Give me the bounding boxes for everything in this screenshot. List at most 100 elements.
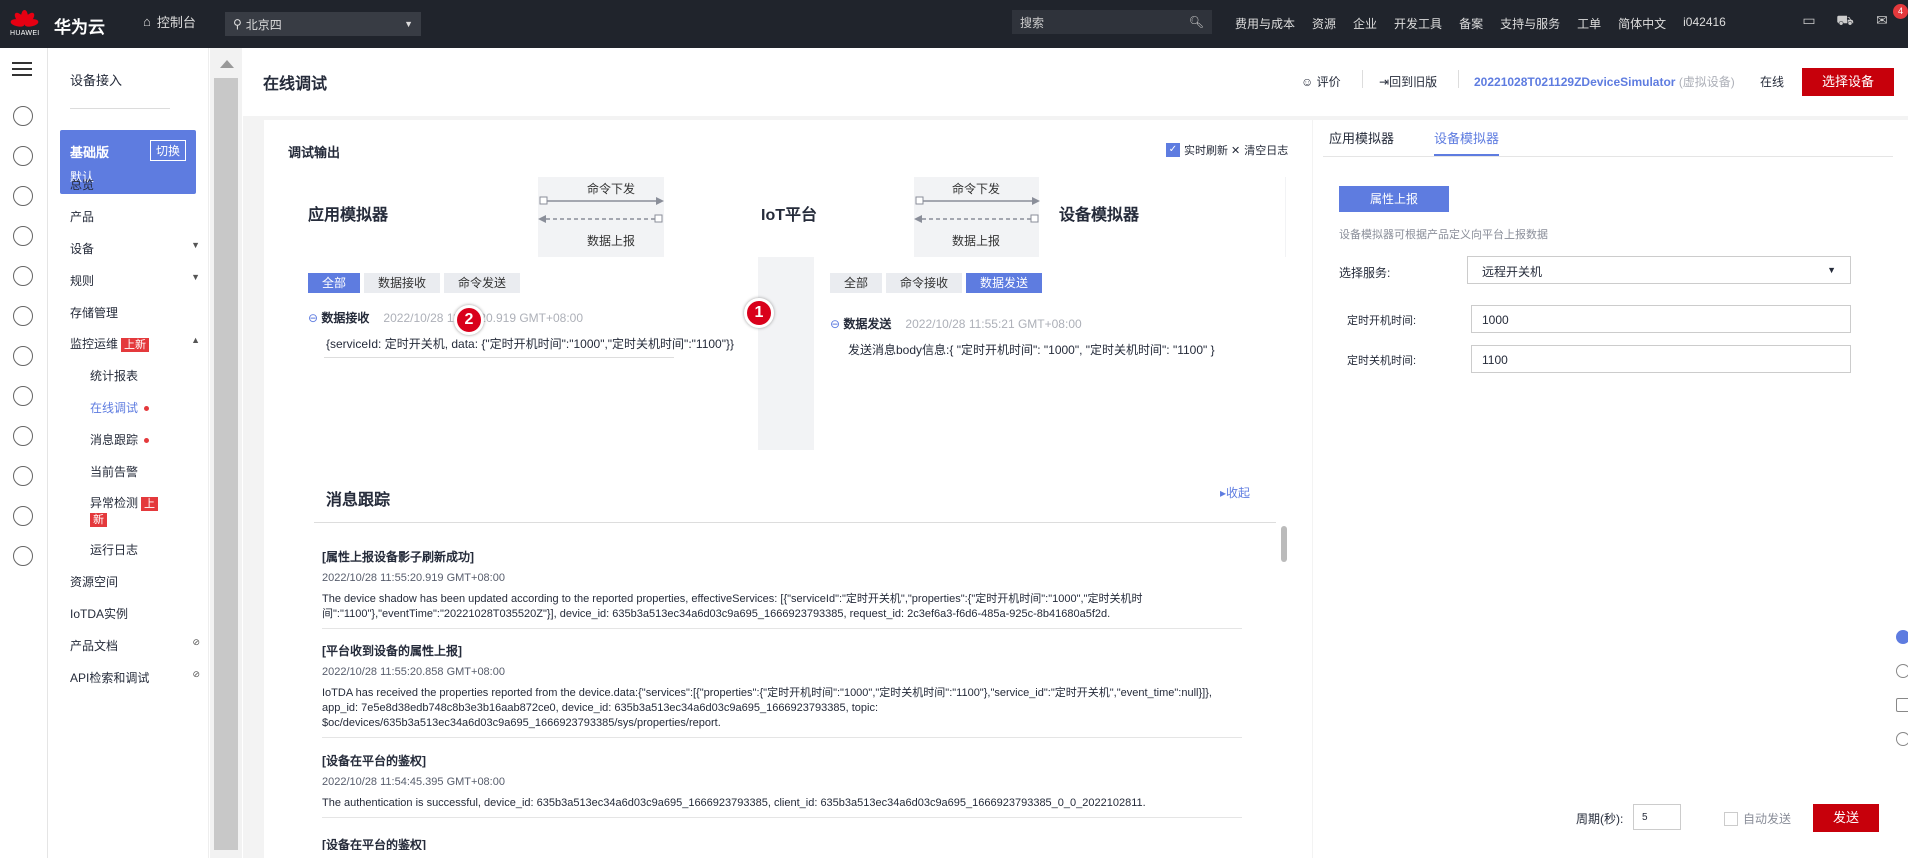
iot-platform-label: IoT平台 <box>761 207 817 224</box>
nav-ticket[interactable]: 工单 <box>1577 15 1601 32</box>
switch-plan-button[interactable]: 切换 <box>149 140 186 161</box>
location-pin-icon: ⚲ <box>233 17 242 31</box>
sidebar-item-stats[interactable]: 统计报表 <box>90 367 220 384</box>
info-circle-icon: ⊖ <box>308 311 319 325</box>
cloud-storage-icon[interactable] <box>13 306 33 326</box>
sidebar-item-resource-space[interactable]: 资源空间 <box>70 573 200 590</box>
scroll-thumb[interactable] <box>214 78 238 850</box>
clear-log-button[interactable]: ✕ 清空日志 <box>1231 142 1288 158</box>
chat-icon[interactable] <box>1896 630 1908 644</box>
tab-device-simulator[interactable]: 设备模拟器 <box>1434 120 1500 156</box>
cloud-monitor-icon[interactable] <box>13 386 33 406</box>
select-device-button[interactable]: 选择设备 <box>1802 68 1894 96</box>
nav-enterprise[interactable]: 企业 <box>1353 15 1377 32</box>
sidebar-item-api-explorer[interactable]: API检索和调试 ⊘ <box>70 669 200 686</box>
sidebar-item-device[interactable]: 设备 ▼ <box>70 240 200 257</box>
search-icon[interactable]: 🔍︎ <box>1189 15 1204 29</box>
new-dot <box>144 438 150 444</box>
sidebar-item-product[interactable]: 产品 <box>70 208 200 225</box>
chevron-down-icon: ▼ <box>191 272 200 282</box>
help-icon[interactable] <box>1896 664 1908 678</box>
iot-icon[interactable] <box>13 226 33 246</box>
send-button[interactable]: 发送 <box>1813 804 1879 832</box>
auto-send-checkbox[interactable]: 自动发送 <box>1724 810 1791 827</box>
sidebar-scrollbar[interactable] <box>210 48 242 858</box>
nav-filing[interactable]: 备案 <box>1459 15 1483 32</box>
mail-icon[interactable]: ✉ <box>1872 12 1892 32</box>
feedback-icon[interactable] <box>1896 698 1908 712</box>
huawei-logo[interactable]: HUAWEI <box>10 8 39 40</box>
checkbox-checked-icon: ✓ <box>1166 143 1180 157</box>
sidebar-item-run-log[interactable]: 运行日志 <box>90 541 220 558</box>
anchor-icon[interactable] <box>13 426 33 446</box>
sidebar-item-product-docs[interactable]: 产品文档 ⊘ <box>70 637 200 654</box>
plan-title: 基础版 <box>70 145 110 160</box>
data-up-label-right: 数据上报 <box>952 234 1001 248</box>
sidebar-item-overview[interactable]: 总览 <box>70 176 200 193</box>
cloud-server-icon[interactable] <box>13 146 33 166</box>
device-name: 20221028T021129ZDeviceSimulator <box>1474 75 1676 89</box>
new-tag: 上 <box>141 497 159 511</box>
tab-app-simulator[interactable]: 应用模拟器 <box>1329 120 1394 156</box>
sidebar-item-label: 产品 <box>70 210 95 224</box>
tab-all[interactable]: 全部 <box>308 273 361 293</box>
nav-support[interactable]: 支持与服务 <box>1500 15 1560 32</box>
sidebar-item-online-debug[interactable]: 在线调试 <box>90 399 220 416</box>
sidebar-item-rules[interactable]: 规则 ▼ <box>70 272 200 289</box>
sidebar-item-storage[interactable]: 存储管理 <box>70 304 200 321</box>
region-select[interactable]: ⚲ 北京四 ▼ <box>225 12 421 36</box>
cmd-down-label-right: 命令下发 <box>952 182 1001 196</box>
sidebar-item-message-trace[interactable]: 消息跟踪 <box>90 431 220 448</box>
current-device[interactable]: 20221028T021129ZDeviceSimulator (虚拟设备) <box>1474 73 1735 90</box>
nav-language[interactable]: 简体中文 <box>1618 15 1666 32</box>
property-report-button[interactable]: 属性上报 <box>1339 186 1449 212</box>
off-time-input[interactable]: 1100 <box>1471 345 1851 373</box>
database-icon[interactable] <box>13 186 33 206</box>
on-time-input[interactable]: 1000 <box>1471 305 1851 333</box>
globe-icon[interactable] <box>13 546 33 566</box>
trace-entry-body: The device shadow has been updated accor… <box>322 593 1143 620</box>
device-status: 在线 <box>1760 75 1785 89</box>
smile-icon[interactable] <box>1896 732 1908 746</box>
tab-cmd-receive[interactable]: 命令接收 <box>886 273 963 293</box>
log-key: 数据接收 <box>321 311 370 325</box>
divider <box>1458 70 1459 88</box>
app-simulator-label: 应用模拟器 <box>308 207 389 224</box>
ip-icon[interactable] <box>13 466 33 486</box>
service-select[interactable]: 远程开关机 ▼ <box>1467 256 1851 284</box>
nav-cost[interactable]: 费用与成本 <box>1235 15 1295 32</box>
cluster-icon[interactable] <box>13 506 33 526</box>
tab-cmd-send[interactable]: 命令发送 <box>444 273 521 293</box>
terminal-icon[interactable]: ▭ <box>1799 12 1819 32</box>
external-link-icon: ⊘ <box>192 669 200 679</box>
cloud-sync-icon[interactable] <box>13 346 33 366</box>
sidebar-item-anomaly[interactable]: 异常检测上新 <box>90 495 170 527</box>
trace-scrollbar[interactable] <box>1281 526 1287 562</box>
log-message: {serviceId: 定时开关机, data: {"定时开机时间":"1000… <box>326 337 734 351</box>
nav-resources[interactable]: 资源 <box>1312 15 1336 32</box>
trace-entry-body: The authentication is successful, device… <box>322 797 1146 809</box>
log-message: 发送消息body信息:{ "定时开机时间": "1000", "定时关机时间":… <box>848 343 1215 357</box>
tab-all[interactable]: 全部 <box>830 273 883 293</box>
sidebar-item-iotda-instance[interactable]: IoTDA实例 <box>70 605 200 622</box>
rate-link[interactable]: ☺ 评价 <box>1301 73 1341 90</box>
device-icon[interactable] <box>13 266 33 286</box>
brand-name[interactable]: 华为云 <box>54 13 105 38</box>
search-input[interactable]: 搜索 🔍︎ <box>1012 10 1212 34</box>
collapse-link[interactable]: ▸收起 <box>1220 484 1250 501</box>
console-link[interactable]: ⌂ 控制台 <box>143 12 196 31</box>
menu-icon[interactable] <box>12 62 32 76</box>
scroll-up-icon[interactable] <box>220 60 234 68</box>
cart-icon[interactable]: ⛟ <box>1835 12 1855 32</box>
realtime-refresh-checkbox[interactable]: ✓ 实时刷新 <box>1166 142 1228 158</box>
sidebar-item-monitoring[interactable]: 监控运维 上新 ▲ <box>70 335 200 352</box>
sidebar-item-alarms[interactable]: 当前告警 <box>90 463 220 480</box>
tab-data-receive[interactable]: 数据接收 <box>364 273 441 293</box>
period-input[interactable]: 5 <box>1633 804 1681 830</box>
log-time: 2022/10/28 11:55:21 GMT+08:00 <box>905 317 1082 331</box>
tab-data-send[interactable]: 数据发送 <box>966 273 1043 293</box>
nav-devtools[interactable]: 开发工具 <box>1394 15 1442 32</box>
old-version-link[interactable]: ⇥回到旧版 <box>1379 73 1437 90</box>
nav-user[interactable]: i042416 <box>1683 15 1726 32</box>
cloud-icon[interactable] <box>13 106 33 126</box>
